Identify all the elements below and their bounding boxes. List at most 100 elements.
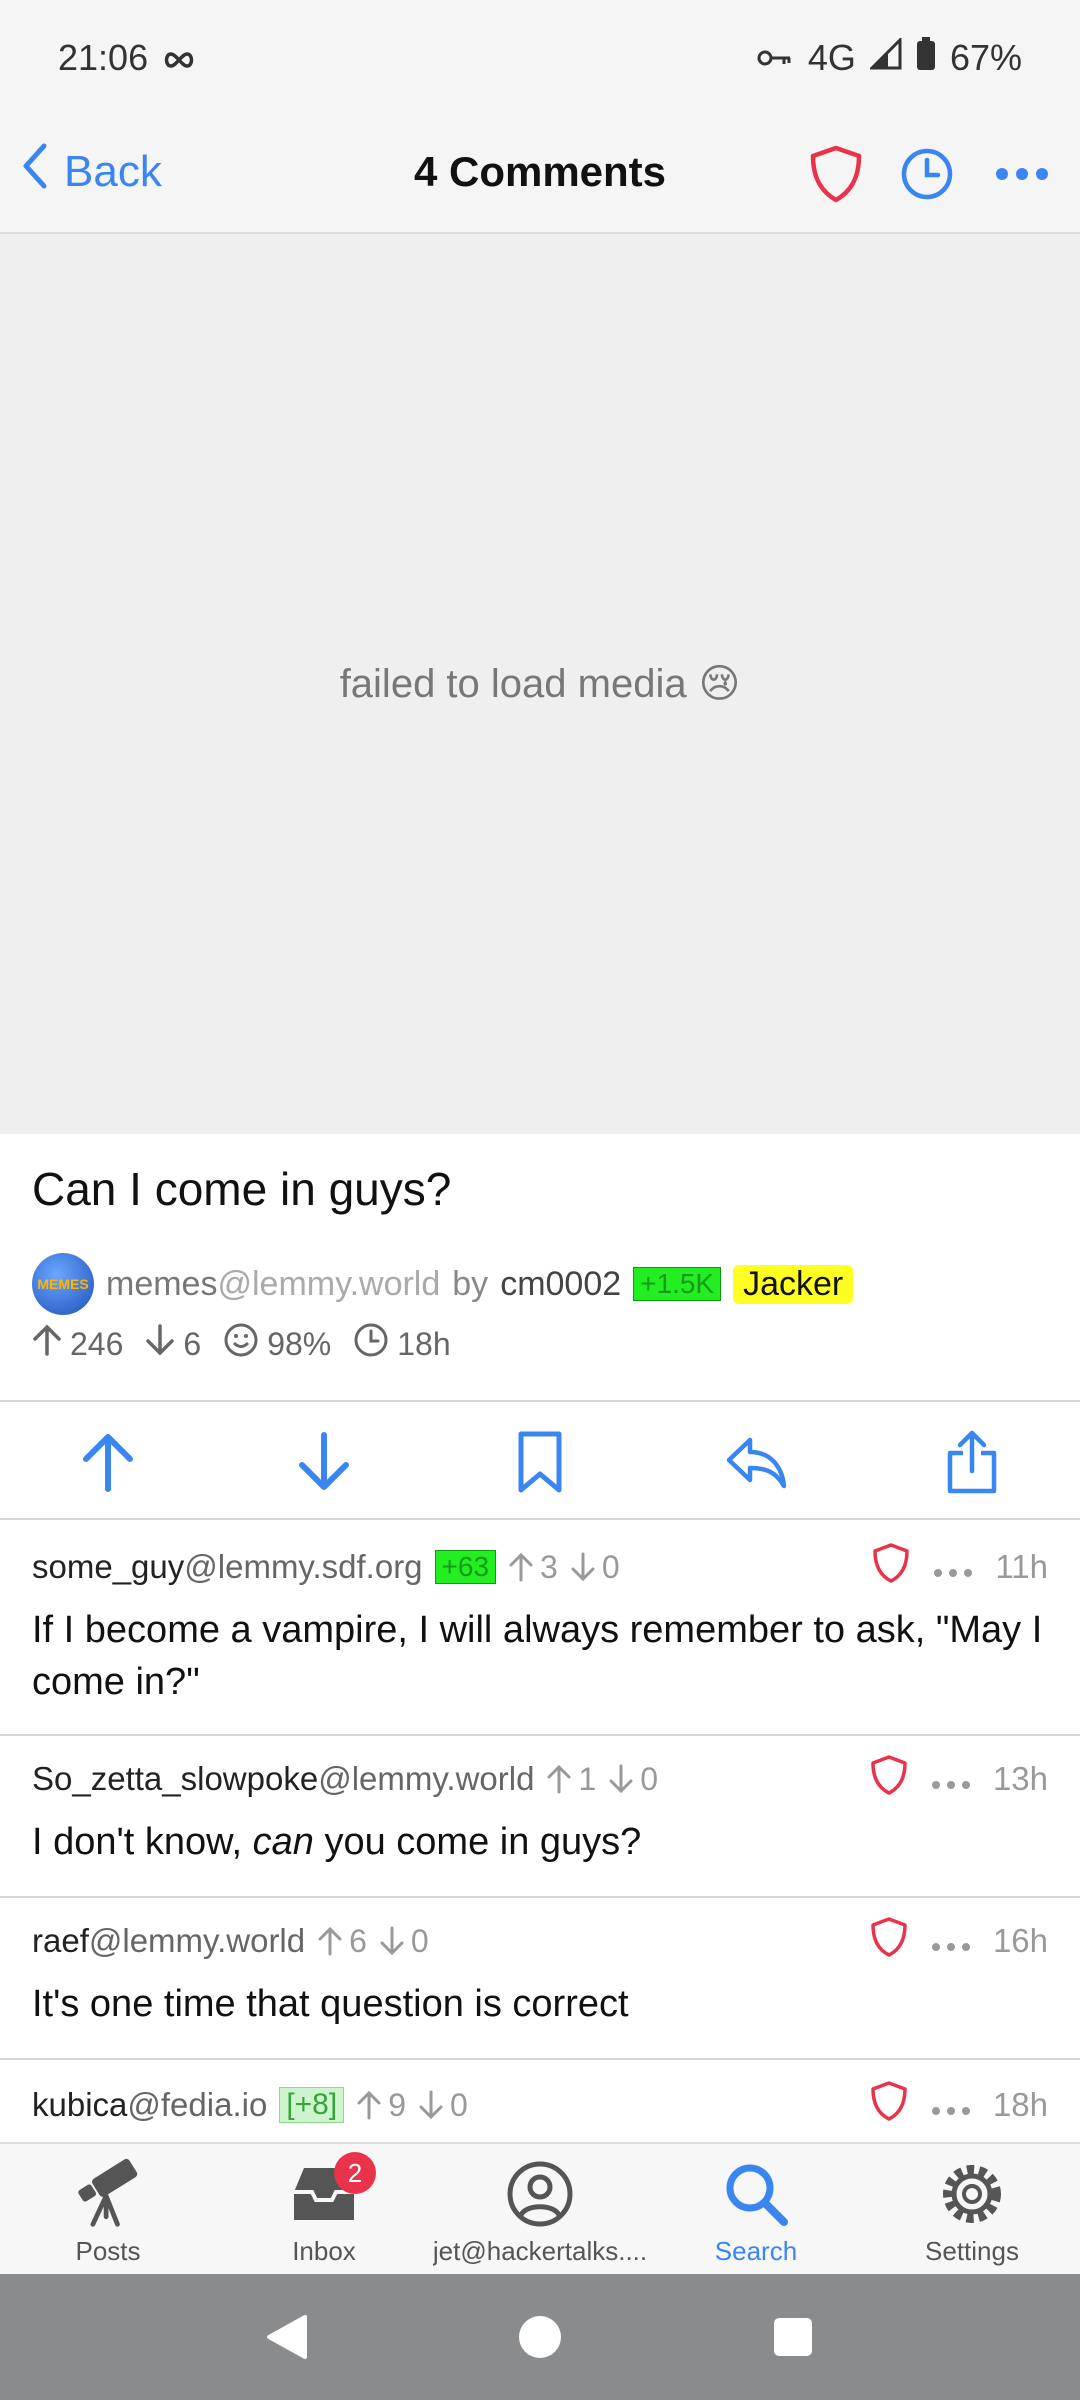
divider	[0, 1518, 1080, 1520]
shield-icon[interactable]	[871, 1542, 911, 1592]
post-meta: MEMES memes@lemmy.world by cm0002 +1.5K …	[32, 1252, 854, 1316]
system-home-icon[interactable]	[510, 2307, 570, 2367]
clock-icon[interactable]	[897, 144, 957, 204]
clock-icon	[353, 1322, 389, 1366]
divider	[0, 1896, 1080, 1898]
chevron-left-icon	[20, 142, 50, 201]
downvote-count: 6	[145, 1324, 201, 1364]
upvote-button[interactable]	[68, 1422, 148, 1502]
media-error-text: failed to load media	[339, 661, 687, 706]
author-link[interactable]: cm0002	[500, 1265, 621, 1304]
back-button[interactable]: Back	[20, 142, 162, 201]
reply-button[interactable]	[716, 1422, 796, 1502]
comment-age: 11h	[995, 1548, 1048, 1585]
post-age: 18h	[353, 1322, 451, 1366]
upvote-ratio: 98%	[223, 1322, 331, 1366]
system-recents-icon[interactable]	[763, 2307, 823, 2367]
comment-downvotes: 0	[608, 1761, 658, 1798]
inbox-badge: 2	[334, 2152, 376, 2194]
system-nav-bar	[0, 2274, 1080, 2400]
battery-percent: 67%	[949, 37, 1022, 78]
status-bar: 21:06 4G 67%	[0, 0, 1080, 116]
share-button[interactable]	[932, 1422, 1012, 1502]
comment-downvotes: 0	[570, 1549, 620, 1586]
tab-label: Inbox	[292, 2236, 356, 2266]
divider	[0, 1734, 1080, 1736]
status-right: 4G 67%	[756, 36, 1022, 80]
tab-account[interactable]: jet@hackertalks....	[432, 2144, 648, 2274]
status-left: 21:06	[58, 37, 196, 79]
comment-header: raef@lemmy.world 6 0	[32, 1916, 429, 1966]
author-score-tag: +1.5K	[633, 1267, 722, 1301]
comment-controls: 18h	[869, 2080, 1048, 2130]
shield-icon[interactable]	[869, 1916, 909, 1966]
community-avatar[interactable]: MEMES	[32, 1253, 94, 1315]
comment-body: It's one time that question is correct	[32, 1983, 629, 2025]
sad-face-emoji: 😢	[698, 662, 741, 706]
account-icon	[504, 2158, 576, 2230]
status-time: 21:06	[58, 37, 149, 78]
comment-upvotes: 9	[356, 2087, 406, 2124]
post-stats: 246 6 98% 18h	[32, 1322, 451, 1366]
bookmark-button[interactable]	[500, 1422, 580, 1502]
comment-header: some_guy@lemmy.sdf.org +63 3 0	[32, 1542, 620, 1592]
media-placeholder[interactable]: failed to load media 😢	[0, 234, 1080, 1134]
emphasis-text: can	[252, 1821, 314, 1863]
inbox-icon: 2	[288, 2152, 376, 2230]
author-score-tag: [+8]	[279, 2087, 345, 2123]
comment-age: 13h	[992, 1760, 1048, 1797]
comment-header: So_zetta_slowpoke@lemmy.world 1 0	[32, 1754, 658, 1804]
comment-controls: 11h	[871, 1542, 1048, 1592]
system-back-icon[interactable]	[257, 2307, 317, 2367]
tab-label: jet@hackertalks....	[432, 2236, 648, 2266]
comment-downvotes: 0	[418, 2087, 468, 2124]
more-options-icon[interactable]	[931, 1760, 971, 1798]
back-label: Back	[64, 146, 162, 196]
shield-icon[interactable]	[869, 2080, 909, 2130]
comment-controls: 13h	[869, 1754, 1048, 1804]
comment-header: kubica@fedia.io [+8] 9 0	[32, 2080, 468, 2130]
network-type: 4G	[807, 37, 856, 78]
infinity-icon	[162, 37, 196, 79]
tab-label: Posts	[75, 2236, 141, 2266]
comment-author[interactable]: So_zetta_slowpoke@lemmy.world	[32, 1760, 534, 1798]
post-action-bar	[0, 1404, 1080, 1520]
author-score-tag: +63	[434, 1550, 497, 1584]
more-options-icon[interactable]	[933, 1548, 973, 1586]
comment-upvotes: 1	[546, 1761, 596, 1798]
comment-author[interactable]: some_guy@lemmy.sdf.org	[32, 1548, 423, 1586]
nav-bar: Back 4 Comments	[0, 116, 1080, 234]
comment-body: If I become a vampire, I will always rem…	[32, 1609, 1043, 1703]
comment-author[interactable]: raef@lemmy.world	[32, 1922, 305, 1960]
more-options-icon[interactable]	[992, 144, 1052, 204]
shield-icon[interactable]	[806, 144, 866, 204]
tab-inbox[interactable]: 2 Inbox	[216, 2144, 432, 2274]
tab-label: Settings	[925, 2236, 1019, 2266]
gear-icon	[936, 2158, 1008, 2230]
comment-author[interactable]: kubica@fedia.io	[32, 2086, 267, 2124]
community-link[interactable]: memes@lemmy.world	[106, 1265, 440, 1304]
author-flair: Jacker	[733, 1264, 854, 1304]
more-options-icon[interactable]	[931, 2086, 971, 2124]
comment-controls: 16h	[869, 1916, 1048, 1966]
telescope-icon	[72, 2158, 144, 2230]
downvote-button[interactable]	[284, 1422, 364, 1502]
comment-body: I don't know, can you come in guys?	[32, 1821, 642, 1863]
comment-upvotes: 6	[317, 1923, 367, 1960]
shield-icon[interactable]	[869, 1754, 909, 1804]
tab-search[interactable]: Search	[648, 2144, 864, 2274]
comment-downvotes: 0	[379, 1923, 429, 1960]
post-title: Can I come in guys?	[32, 1163, 452, 1215]
divider	[0, 1400, 1080, 1402]
tab-settings[interactable]: Settings	[864, 2144, 1080, 2274]
tab-posts[interactable]: Posts	[0, 2144, 216, 2274]
divider	[0, 2058, 1080, 2060]
search-icon	[720, 2158, 792, 2230]
vpn-key-icon	[756, 37, 794, 79]
battery-icon	[916, 36, 936, 80]
comment-upvotes: 3	[508, 1549, 558, 1586]
arrow-up-icon	[32, 1324, 62, 1364]
more-options-icon[interactable]	[931, 1922, 971, 1960]
tab-label: Search	[714, 2236, 798, 2266]
comment-age: 16h	[992, 1922, 1048, 1959]
